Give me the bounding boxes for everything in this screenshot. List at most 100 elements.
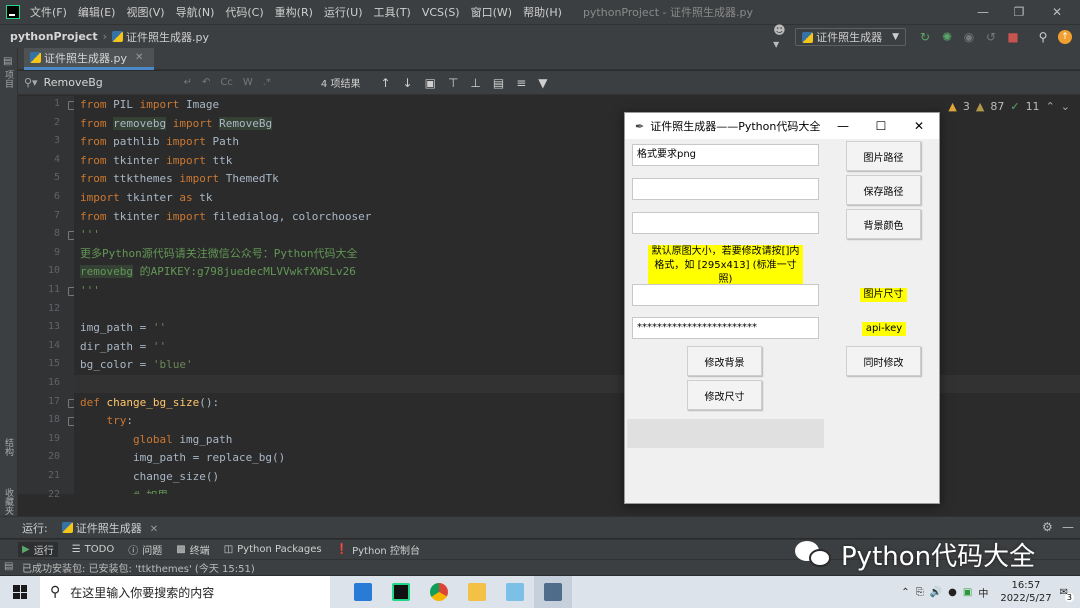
tool-window-problems[interactable]: ⓘ 问题 (128, 542, 162, 557)
search-everywhere-icon[interactable]: ⚲ (1034, 28, 1052, 46)
code-line[interactable]: from removebg import RemoveBg (80, 115, 273, 133)
change-background-button[interactable]: 修改背景 (687, 346, 762, 376)
tool-window-favorites[interactable]: 收藏夹 (2, 488, 15, 515)
in-selection-icon[interactable]: ≡ (516, 76, 526, 90)
api-key-entry[interactable]: ************************ (632, 317, 819, 339)
tk-app-taskbar-icon[interactable] (534, 576, 572, 608)
save-path-button[interactable]: 保存路径 (846, 175, 921, 205)
breadcrumb-project[interactable]: pythonProject (10, 30, 98, 43)
code-line[interactable]: from pathlib import Path (80, 133, 239, 151)
filter-icon[interactable]: ▼ (538, 76, 547, 90)
menu-window[interactable]: 窗口(W) (471, 4, 512, 20)
tool-window-structure[interactable]: 结构 (2, 438, 15, 456)
code-line[interactable]: from ttkthemes import ThemedTk (80, 170, 279, 188)
gear-icon[interactable]: ⚙ (1042, 520, 1053, 534)
menu-navigate[interactable]: 导航(N) (176, 4, 215, 20)
project-panel-icon[interactable]: ▤ (3, 56, 12, 67)
close-tab-icon[interactable]: ✕ (135, 52, 143, 63)
tool-window-todo[interactable]: ☰ TODO (72, 544, 115, 555)
app-tray-icon[interactable]: ▣ (963, 587, 972, 598)
maximize-icon[interactable]: ☐ (861, 113, 901, 139)
change-size-button[interactable]: 修改尺寸 (687, 380, 762, 410)
bg-color-button[interactable]: 背景颜色 (846, 209, 921, 239)
chevron-down-icon[interactable]: ⌄ (1061, 100, 1070, 113)
code-line[interactable]: global img_path (80, 431, 232, 449)
restore-icon[interactable]: ❐ (1002, 0, 1036, 24)
breadcrumb-file[interactable]: 证件照生成器.py (126, 29, 209, 45)
profile-icon[interactable]: ↺ (982, 28, 1000, 46)
menu-vcs[interactable]: VCS(S) (422, 6, 460, 19)
code-line[interactable]: import tkinter as tk (80, 189, 212, 207)
tool-window-project[interactable]: 项目 (2, 70, 15, 88)
match-case-toggle[interactable]: Cc (220, 77, 232, 88)
tool-window-run[interactable]: ▶ 运行 (18, 542, 58, 557)
tool-window-python-console[interactable]: ❗ Python 控制台 (336, 542, 420, 557)
toggle-tool-windows-icon[interactable]: ▤ (4, 561, 13, 572)
code-line[interactable]: bg_color = 'blue' (80, 356, 193, 374)
debug-icon[interactable]: ✺ (938, 28, 956, 46)
notepad-app-icon[interactable] (496, 576, 534, 608)
code-line[interactable]: # 如果... (80, 487, 188, 494)
menu-tools[interactable]: 工具(T) (374, 4, 411, 20)
close-icon[interactable]: ✕ (899, 113, 939, 139)
code-line[interactable]: dir_path = '' (80, 338, 166, 356)
search-input[interactable]: RemoveBg (44, 76, 184, 89)
menu-edit[interactable]: 编辑(E) (78, 4, 116, 20)
network-icon[interactable]: ⎘ (916, 587, 924, 598)
whole-words-toggle[interactable]: W (243, 77, 253, 88)
code-line[interactable]: ''' (80, 282, 100, 300)
close-tab-icon[interactable]: ✕ (150, 524, 158, 535)
volume-icon[interactable]: 🔊 (930, 587, 942, 598)
run-configuration-select[interactable]: 证件照生成器 ▼ (795, 28, 906, 46)
select-all-occurrences-icon[interactable]: ▣ (425, 76, 436, 90)
code-line[interactable]: from tkinter import ttk (80, 152, 232, 170)
inspection-widget[interactable]: ▲ 3 ▲ 87 ✓ 11 ⌃ ⌄ (942, 100, 1070, 113)
update-icon[interactable]: ↑ (1056, 28, 1074, 46)
close-icon[interactable]: ✕ (1040, 0, 1074, 24)
image-path-button[interactable]: 图片路径 (846, 141, 921, 171)
code-line[interactable]: def change_bg_size(): (80, 394, 219, 412)
menu-refactor[interactable]: 重构(R) (275, 4, 313, 20)
previous-occurrence-icon[interactable]: ↑ (380, 76, 390, 90)
code-line[interactable]: img_path = replace_bg() (80, 449, 285, 467)
format-entry[interactable]: 格式要求png (632, 144, 819, 166)
image-path-entry[interactable] (632, 178, 819, 200)
code-line[interactable]: 更多Python源代码请关注微信公众号：Python代码大全 (80, 245, 357, 263)
menu-help[interactable]: 帮助(H) (523, 4, 562, 20)
minimize-icon[interactable]: — (966, 0, 1000, 24)
code-line[interactable]: removebg 的APIKEY:g798juedecMLVVwkfXWSLv2… (80, 263, 356, 281)
menu-code[interactable]: 代码(C) (225, 4, 263, 20)
notification-icon[interactable]: ✉ 3 (1060, 587, 1074, 602)
stop-icon[interactable]: ■ (1004, 28, 1022, 46)
wechat-tray-icon[interactable]: ● (948, 587, 957, 598)
regex-history-icon[interactable]: ↶ (202, 77, 210, 88)
code-line[interactable]: change_size() (80, 468, 219, 486)
tk-title-bar[interactable]: ✒ 证件照生成器——Python代码大全 — ☐ ✕ (625, 113, 939, 139)
toggle-selection-icon[interactable]: ▤ (493, 76, 504, 90)
editor-tab[interactable]: 证件照生成器.py ✕ (24, 48, 154, 70)
change-both-button[interactable]: 同时修改 (846, 346, 921, 376)
code-line[interactable]: from tkinter import filedialog, colorcho… (80, 208, 371, 226)
menu-file[interactable]: 文件(F) (30, 4, 67, 20)
start-button[interactable] (0, 576, 40, 608)
chevron-up-icon[interactable]: ⌃ (1046, 100, 1055, 113)
user-icon[interactable]: ☻▾ (773, 23, 791, 51)
clock[interactable]: 16:57 2022/5/27 (1000, 579, 1051, 605)
code-line[interactable]: img_path = '' (80, 319, 166, 337)
rerun-icon[interactable]: ↻ (916, 28, 934, 46)
next-occurrence-icon[interactable]: ↓ (403, 76, 413, 90)
regex-toggle[interactable]: .* (263, 77, 271, 88)
chevron-up-icon[interactable]: ⌃ (901, 587, 909, 598)
code-line[interactable]: ''' (80, 226, 100, 244)
save-path-entry[interactable] (632, 212, 819, 234)
chrome-app-icon[interactable] (420, 576, 458, 608)
pycharm-app-icon[interactable] (382, 576, 420, 608)
menu-run[interactable]: 运行(U) (324, 4, 363, 20)
hide-panel-icon[interactable]: — (1062, 520, 1074, 534)
ime-icon[interactable]: 中 (978, 585, 988, 600)
file-explorer-icon[interactable] (458, 576, 496, 608)
remove-selection-icon[interactable]: ⊥ (470, 76, 480, 90)
taskbar-search-box[interactable]: ⚲ 在这里输入你要搜索的内容 (40, 576, 330, 608)
coverage-icon[interactable]: ◉ (960, 28, 978, 46)
add-selection-icon[interactable]: ⊤ (448, 76, 458, 90)
